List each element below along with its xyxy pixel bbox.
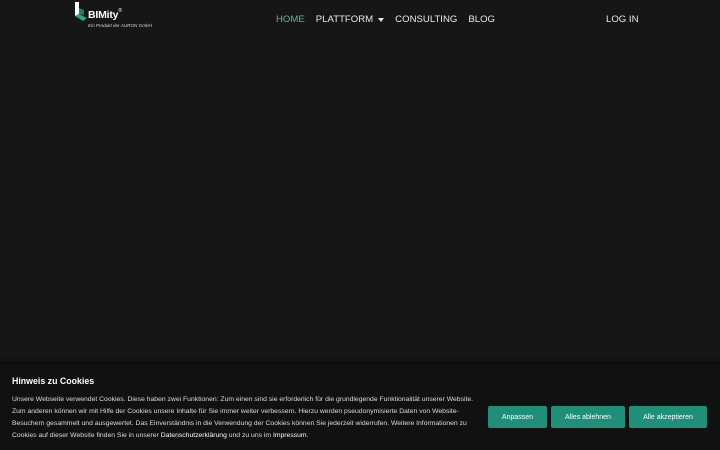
accept-all-button[interactable]: Alle akzeptieren: [629, 406, 707, 428]
cookie-text-between: und zu uns im: [226, 432, 273, 439]
cookie-banner: Hinweis zu Cookies Unsere Webseite verwe…: [0, 364, 720, 450]
logo-tagline: Ein Produkt der AURON GmbH: [88, 23, 152, 28]
imprint-link[interactable]: Impressum: [273, 432, 307, 439]
privacy-policy-link[interactable]: Datenschutzerklärung: [161, 432, 227, 439]
logo-name: BIMity®: [88, 8, 122, 21]
caret-down-icon: [378, 18, 385, 22]
nav-item-plattform[interactable]: PLATTFORM: [315, 13, 385, 27]
main-nav: HOME PLATTFORM CONSULTING BLOG: [276, 13, 495, 27]
bimity-logo[interactable]: BIMity® Ein Produkt der AURON GmbH: [74, 2, 154, 32]
nav-item-consulting[interactable]: CONSULTING: [395, 13, 457, 27]
nav-item-label: PLATTFORM: [315, 14, 374, 25]
cookie-banner-title: Hinweis zu Cookies: [12, 376, 95, 386]
page: BIMity® Ein Produkt der AURON GmbH HOME …: [0, 0, 720, 450]
customize-button[interactable]: Anpassen: [488, 406, 547, 428]
logo-mark-icon: [75, 2, 87, 21]
cookie-text-end: .: [306, 432, 309, 439]
login-link[interactable]: LOG IN: [606, 13, 639, 27]
cookie-banner-text: Unsere Webseite verwendet Cookies. Diese…: [12, 394, 478, 442]
nav-item-home[interactable]: HOME: [276, 13, 305, 27]
nav-item-blog[interactable]: BLOG: [468, 13, 495, 27]
site-header: BIMity® Ein Produkt der AURON GmbH HOME …: [0, 0, 720, 40]
reject-all-button[interactable]: Alles ablehnen: [551, 406, 625, 428]
